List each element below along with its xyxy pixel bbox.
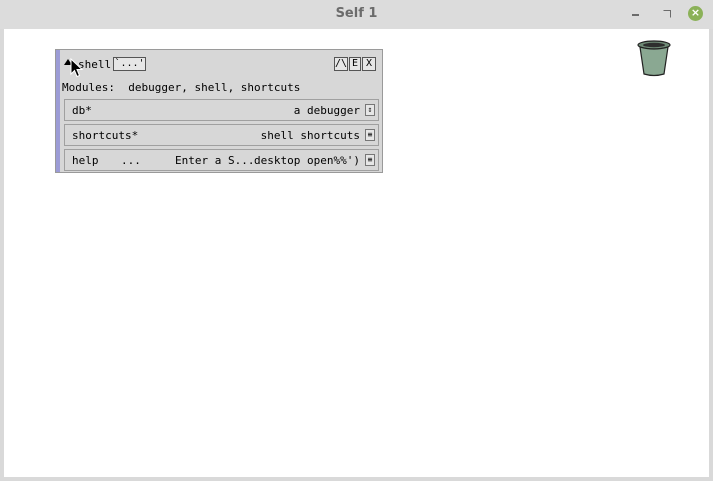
slot-name: help — [72, 154, 99, 167]
minimize-button[interactable] — [628, 6, 644, 22]
modules-line: Modules: debugger, shell, shortcuts — [62, 81, 301, 94]
maximize-button[interactable] — [658, 6, 674, 22]
slot-row-shortcuts[interactable]: shortcuts* shell shortcuts ≡ — [64, 124, 379, 146]
trash-can-icon[interactable] — [635, 39, 673, 77]
slot-middle-text: Enter a S... — [175, 154, 255, 167]
close-window-button[interactable]: × — [688, 6, 703, 21]
slot-value: a debugger — [293, 104, 360, 117]
window-title: Self 1 — [335, 6, 378, 21]
slot-value: desktop open%%') — [254, 154, 360, 167]
dismiss-button[interactable]: X — [362, 57, 376, 71]
slot-ellipsis: ... — [121, 154, 141, 167]
slot-row-help[interactable]: help ... Enter a S... desktop open%%') ≡ — [64, 149, 379, 171]
parent-button[interactable]: /\ — [334, 57, 348, 71]
evaluator-button[interactable]: `...' — [113, 57, 146, 71]
outliner-stripe — [56, 50, 60, 172]
title-bar[interactable]: Self 1 × — [0, 0, 713, 29]
edit-button[interactable]: E — [349, 57, 361, 71]
mouse-pointer-icon — [70, 58, 84, 78]
self-desktop[interactable]: shell `...' /\ E X Modules: debugger, sh… — [4, 29, 709, 477]
slot-value: shell shortcuts — [260, 129, 360, 142]
shell-outliner[interactable]: shell `...' /\ E X Modules: debugger, sh… — [55, 49, 383, 173]
slot-name: shortcuts* — [72, 129, 139, 142]
slot-menu-button[interactable]: ⇕ — [365, 104, 375, 116]
close-icon: × — [690, 6, 701, 19]
slot-name: db* — [72, 104, 92, 117]
slot-row-db[interactable]: db* a debugger ⇕ — [64, 99, 379, 121]
slot-menu-button[interactable]: ≡ — [365, 154, 375, 166]
app-window: Self 1 × shell `...' /\ E X Modules: deb… — [0, 0, 713, 481]
slot-menu-button[interactable]: ≡ — [365, 129, 375, 141]
